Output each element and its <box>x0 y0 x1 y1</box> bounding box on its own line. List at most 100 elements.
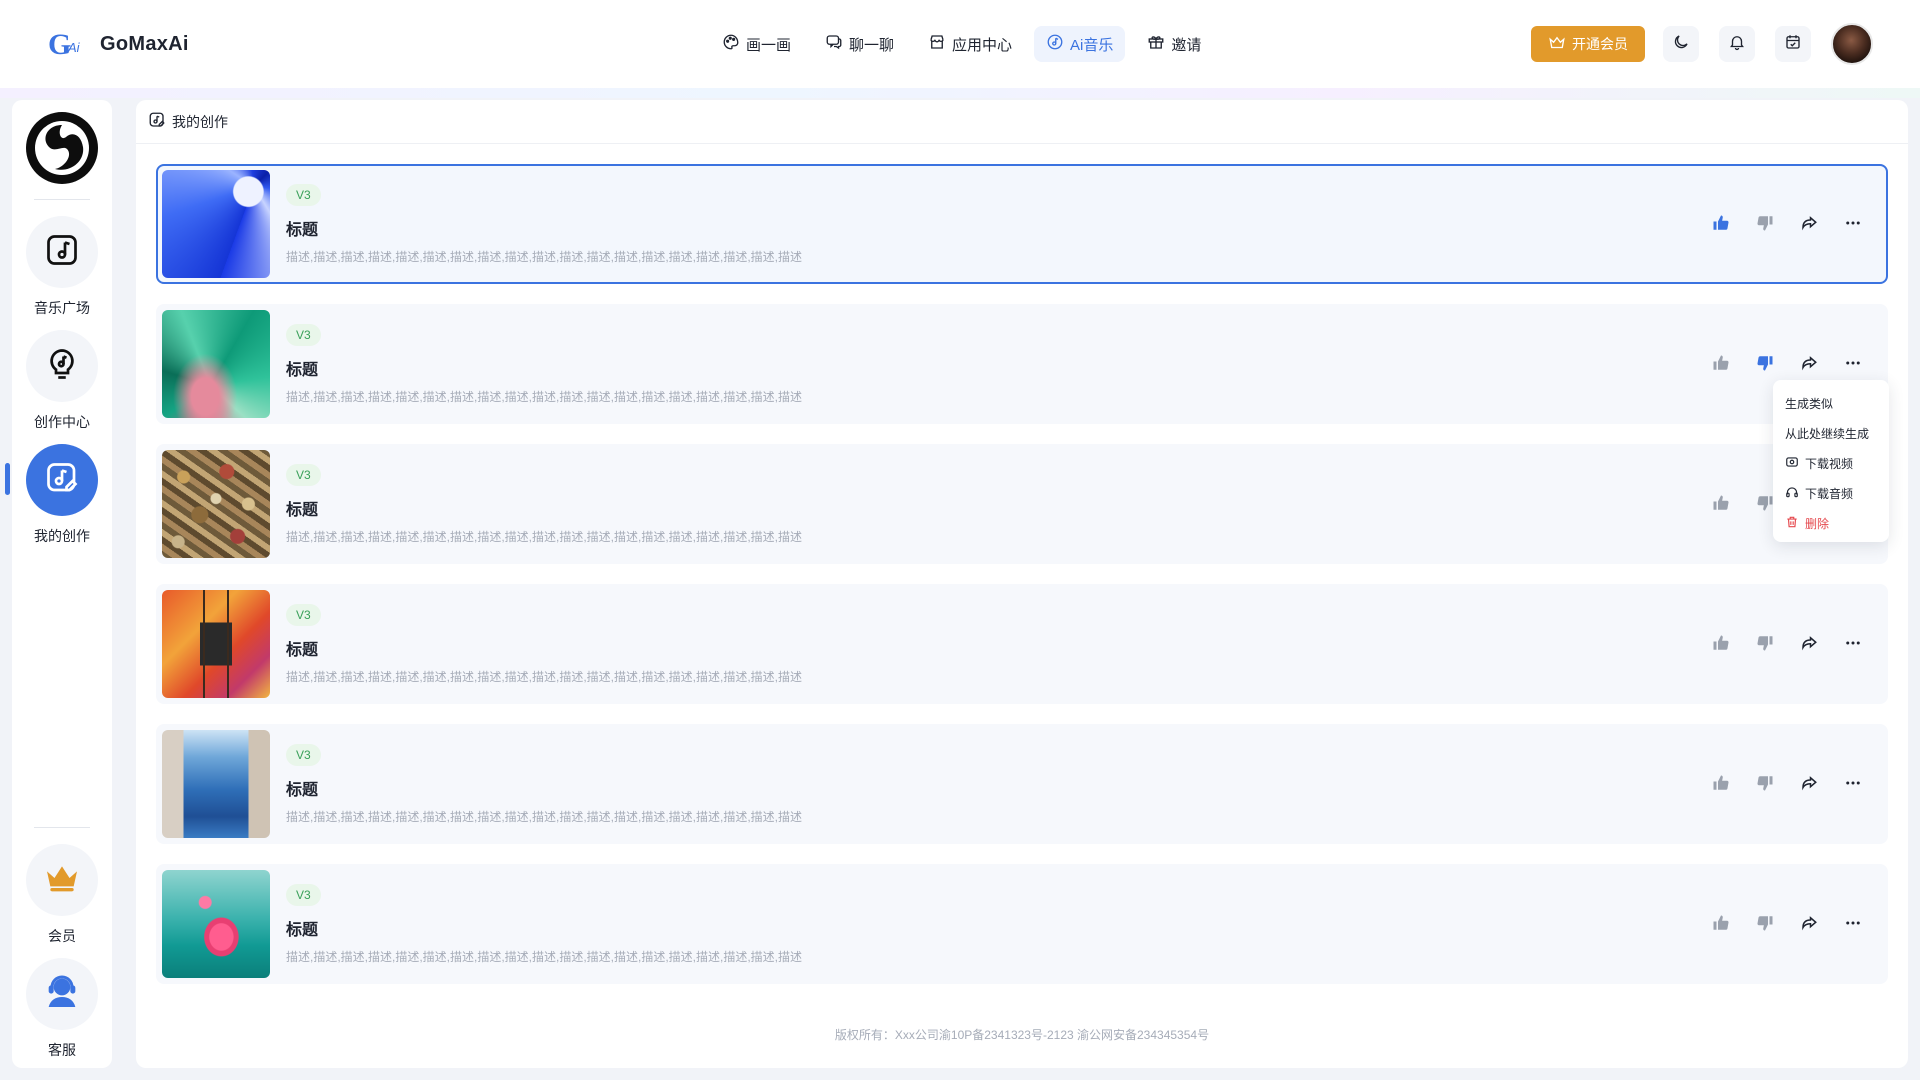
swirl-logo-icon <box>35 121 89 175</box>
sidebar-item-label: 我的创作 <box>34 528 90 544</box>
thumbs-down-icon <box>1757 916 1773 931</box>
more-button[interactable] <box>1842 912 1864 934</box>
user-avatar[interactable] <box>1831 23 1873 65</box>
song-actions <box>1710 632 1864 654</box>
crown-icon <box>42 858 82 903</box>
like-button[interactable] <box>1710 632 1732 654</box>
page-title: 我的创作 <box>172 113 228 130</box>
dislike-button[interactable] <box>1754 912 1776 934</box>
song-actions <box>1710 912 1864 934</box>
share-button[interactable] <box>1798 632 1820 654</box>
song-title: 标题 <box>286 922 319 939</box>
nav-item-ai-music[interactable]: Ai音乐 <box>1034 26 1126 62</box>
song-row[interactable]: V3 标题 描述,描述,描述,描述,描述,描述,描述,描述,描述,描述,描述,描… <box>156 304 1888 424</box>
sidebar-item-music-square[interactable]: 音乐广场 <box>12 216 112 318</box>
nav-item-draw[interactable]: 画一画 <box>710 26 803 62</box>
song-title: 标题 <box>286 782 319 799</box>
dislike-button[interactable] <box>1754 212 1776 234</box>
nav-item-chat[interactable]: 聊一聊 <box>813 26 906 62</box>
share-button[interactable] <box>1798 912 1820 934</box>
song-row[interactable]: V3 标题 描述,描述,描述,描述,描述,描述,描述,描述,描述,描述,描述,描… <box>156 584 1888 704</box>
menu-delete[interactable]: 删除 <box>1773 508 1889 538</box>
customer-service-icon <box>42 972 82 1017</box>
menu-item-label: 下载音频 <box>1805 486 1854 501</box>
like-button[interactable] <box>1710 492 1732 514</box>
sidebar-item-support[interactable]: 客服 <box>12 958 112 1060</box>
gift-icon <box>1147 33 1165 55</box>
song-row[interactable]: V3 标题 描述,描述,描述,描述,描述,描述,描述,描述,描述,描述,描述,描… <box>156 864 1888 984</box>
menu-item-label: 从此处继续生成 <box>1785 426 1870 441</box>
share-button[interactable] <box>1798 212 1820 234</box>
main-nav: 画一画 聊一聊 应用中心 Ai音乐 邀请 <box>710 26 1213 62</box>
thumbs-up-icon <box>1713 775 1729 790</box>
sidebar-item-my-creations[interactable]: 我的创作 <box>12 444 112 546</box>
sidebar: 音乐广场 创作中心 我的创作 会员 客服 <box>12 100 112 1068</box>
dislike-button[interactable] <box>1754 352 1776 374</box>
nav-item-invite[interactable]: 邀请 <box>1135 26 1213 62</box>
sidebar-icon-wrap <box>26 958 98 1030</box>
sidebar-divider <box>34 827 90 828</box>
song-cover <box>162 450 270 558</box>
top-bar-glow <box>0 88 1920 98</box>
dislike-button[interactable] <box>1754 632 1776 654</box>
menu-generate-similar[interactable]: 生成类似 <box>1773 388 1889 418</box>
thumbs-up-icon <box>1713 915 1729 930</box>
like-button[interactable] <box>1710 912 1732 934</box>
more-button[interactable] <box>1842 352 1864 374</box>
share-button[interactable] <box>1798 352 1820 374</box>
more-button[interactable] <box>1842 212 1864 234</box>
song-title: 标题 <box>286 362 319 379</box>
like-button[interactable] <box>1710 352 1732 374</box>
sidebar-icon-wrap <box>26 844 98 916</box>
share-icon <box>1802 916 1817 931</box>
open-vip-button[interactable]: 开通会员 <box>1531 26 1645 62</box>
menu-item-label: 下载视频 <box>1805 456 1854 471</box>
notification-button[interactable] <box>1719 26 1755 62</box>
headphone-icon <box>1785 485 1799 502</box>
music-edit-icon <box>44 460 80 501</box>
share-icon <box>1802 356 1817 371</box>
nav-label: 应用中心 <box>952 36 1013 54</box>
sidebar-divider <box>34 199 90 200</box>
sidebar-item-vip[interactable]: 会员 <box>12 844 112 946</box>
song-actions <box>1710 352 1864 374</box>
nav-label: Ai音乐 <box>1070 36 1114 54</box>
like-button[interactable] <box>1710 772 1732 794</box>
song-row[interactable]: V3 标题 描述,描述,描述,描述,描述,描述,描述,描述,描述,描述,描述,描… <box>156 164 1888 284</box>
gomaxai-logo-icon: G Ai <box>48 26 86 62</box>
song-description: 描述,描述,描述,描述,描述,描述,描述,描述,描述,描述,描述,描述,描述,描… <box>286 530 803 544</box>
music-app-logo[interactable] <box>26 112 98 184</box>
sidebar-item-label: 音乐广场 <box>34 300 90 316</box>
footer-copyright: 版权所有：Xxx公司渝10P备2341323号-2123 渝公网安备234345… <box>834 1028 1210 1042</box>
calendar-check-icon <box>1784 33 1802 56</box>
menu-download-audio[interactable]: 下载音频 <box>1773 478 1889 508</box>
trash-icon <box>1785 515 1799 532</box>
more-icon <box>1846 221 1860 225</box>
more-icon <box>1846 641 1860 645</box>
more-button[interactable] <box>1842 772 1864 794</box>
dislike-button[interactable] <box>1754 772 1776 794</box>
video-icon <box>1785 455 1799 472</box>
menu-download-video[interactable]: 下载视频 <box>1773 448 1889 478</box>
song-description: 描述,描述,描述,描述,描述,描述,描述,描述,描述,描述,描述,描述,描述,描… <box>286 950 803 964</box>
sign-in-button[interactable] <box>1775 26 1811 62</box>
app-logo[interactable]: G Ai GoMaxAi <box>48 26 189 62</box>
song-actions <box>1710 212 1864 234</box>
theme-toggle-button[interactable] <box>1663 26 1699 62</box>
menu-continue-generate[interactable]: 从此处继续生成 <box>1773 418 1889 448</box>
thumbs-up-icon <box>1713 635 1729 650</box>
song-description: 描述,描述,描述,描述,描述,描述,描述,描述,描述,描述,描述,描述,描述,描… <box>286 390 803 404</box>
like-button[interactable] <box>1710 212 1732 234</box>
nav-item-app-center[interactable]: 应用中心 <box>916 26 1024 62</box>
more-button[interactable] <box>1842 632 1864 654</box>
nav-label: 聊一聊 <box>849 36 895 54</box>
song-cover <box>162 170 270 278</box>
share-icon <box>1802 216 1817 231</box>
song-row[interactable]: V3 标题 描述,描述,描述,描述,描述,描述,描述,描述,描述,描述,描述,描… <box>156 724 1888 844</box>
crown-outline-icon <box>1548 34 1566 55</box>
sidebar-item-create-center[interactable]: 创作中心 <box>12 330 112 432</box>
share-button[interactable] <box>1798 772 1820 794</box>
song-row[interactable]: V3 标题 描述,描述,描述,描述,描述,描述,描述,描述,描述,描述,描述,描… <box>156 444 1888 564</box>
song-description: 描述,描述,描述,描述,描述,描述,描述,描述,描述,描述,描述,描述,描述,描… <box>286 670 803 684</box>
thumbs-down-icon <box>1757 216 1773 231</box>
